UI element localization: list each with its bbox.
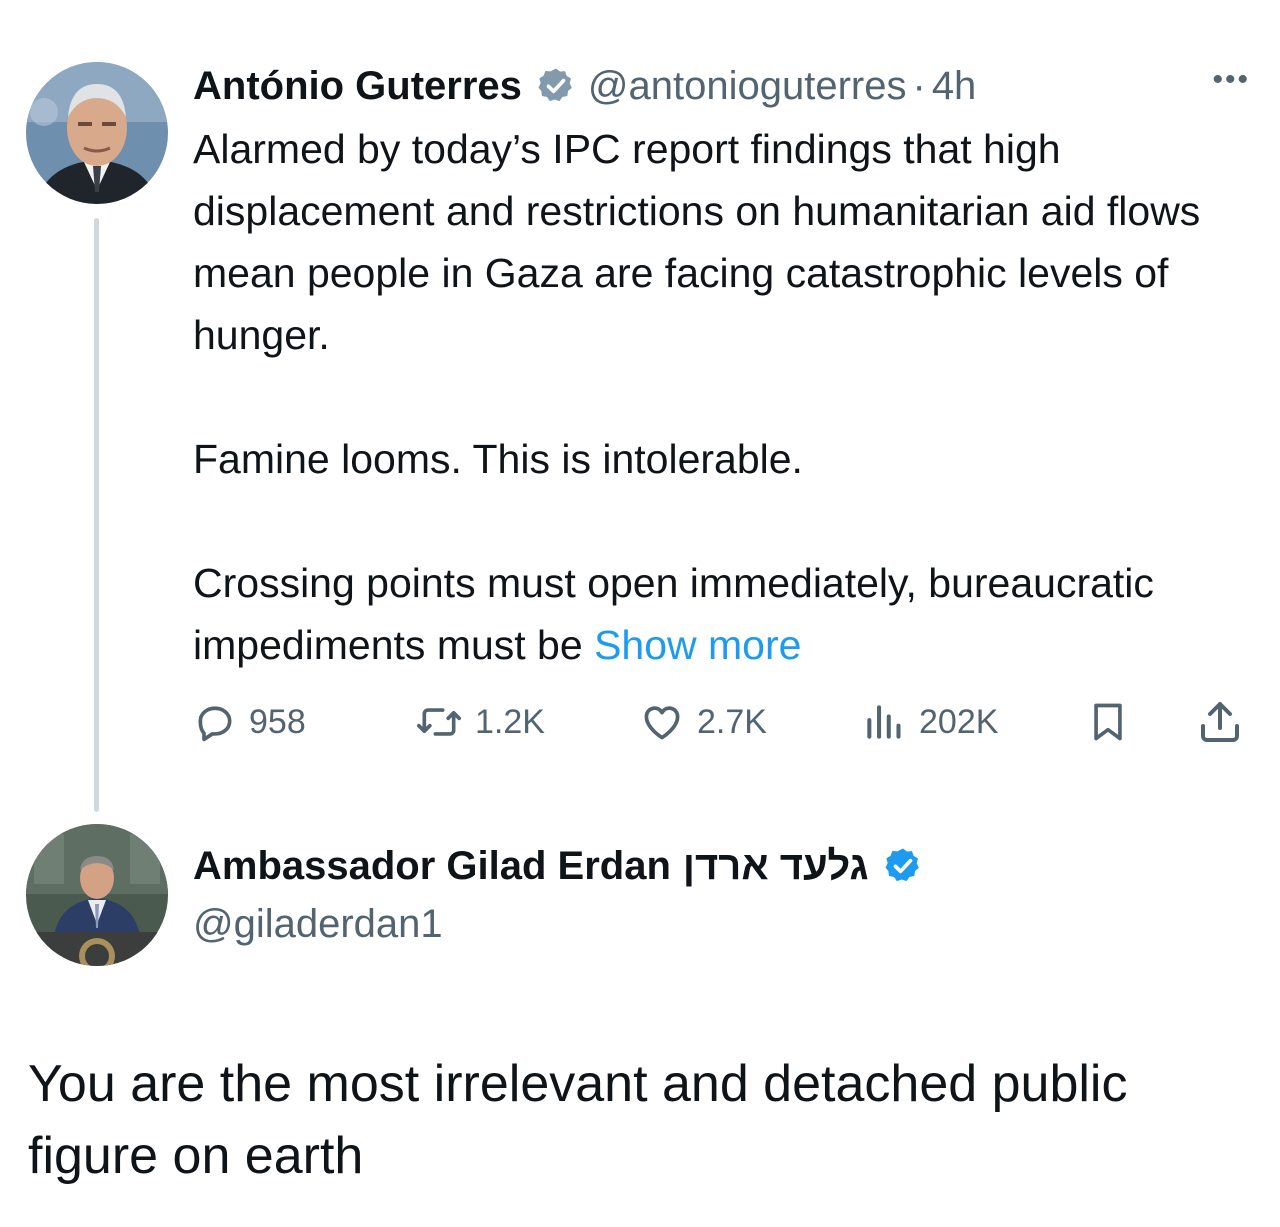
- tweet-paragraph: Crossing points must open immediately, b…: [193, 552, 1253, 676]
- retweet-icon: [417, 708, 461, 736]
- reply-count: 958: [249, 702, 306, 741]
- view-count: 202K: [919, 702, 999, 741]
- show-more-link[interactable]: Show more: [594, 622, 801, 668]
- avatar-guterres[interactable]: [26, 62, 168, 204]
- reply-icon: [198, 706, 232, 742]
- bookmark-button[interactable]: [1086, 695, 1130, 749]
- retweet-count: 1.2K: [475, 702, 545, 741]
- like-icon: [644, 706, 680, 740]
- separator-dot: ·: [912, 63, 926, 108]
- retweet-button[interactable]: 1.2K: [415, 695, 545, 749]
- views-icon: [867, 705, 901, 739]
- share-icon: [1201, 702, 1239, 742]
- tweet-paragraph: Alarmed by today’s IPC report findings t…: [193, 126, 1201, 358]
- author-name[interactable]: António Guterres: [193, 64, 522, 109]
- views-button[interactable]: 202K: [861, 695, 998, 749]
- author-handle[interactable]: @antonioguterres: [588, 64, 907, 109]
- bookmark-icon: [1094, 703, 1122, 741]
- reply-author-name-hebrew[interactable]: גלעד ארדן: [683, 844, 869, 889]
- avatar-erdan[interactable]: [26, 824, 168, 966]
- tweet-actions: 958 1.2K 2.7K 202K: [193, 695, 1253, 749]
- reply-button[interactable]: 958: [193, 695, 306, 749]
- like-count: 2.7K: [697, 702, 767, 741]
- verified-gray-icon: [536, 66, 576, 106]
- tweet-text: Alarmed by today’s IPC report findings t…: [193, 118, 1253, 676]
- reply-author-name[interactable]: Ambassador Gilad Erdan: [193, 844, 671, 889]
- tweet-paragraph: Famine looms. This is intolerable.: [193, 436, 803, 482]
- thread-line: [94, 218, 99, 812]
- like-button[interactable]: 2.7K: [639, 695, 767, 749]
- share-button[interactable]: [1196, 695, 1244, 749]
- tweet-header: António Guterres @antonioguterres · 4h: [193, 60, 1273, 112]
- verified-blue-icon: [883, 846, 923, 886]
- more-icon[interactable]: •••: [1212, 65, 1250, 95]
- reply-author-handle[interactable]: @giladerdan1: [193, 902, 443, 947]
- reply-text: You are the most irrelevant and detached…: [28, 1055, 1128, 1185]
- reply-header: Ambassador Gilad Erdan גלעד ארדן: [193, 838, 935, 894]
- tweet-time[interactable]: 4h: [932, 64, 977, 109]
